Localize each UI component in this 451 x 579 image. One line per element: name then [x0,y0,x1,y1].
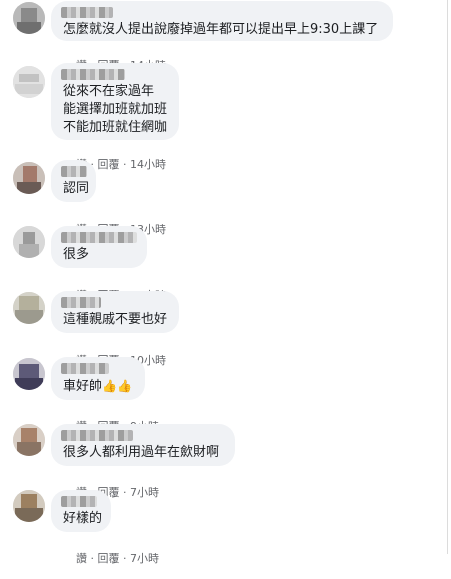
comment-text: 很多 [63,247,90,262]
commenter-name-redacted[interactable] [61,297,101,308]
timestamp-link[interactable]: 7小時 [130,484,159,500]
timestamp-link[interactable]: 14小時 [130,156,166,172]
comment-text: 怎麼就沒人提出說廢掉過年都可以提出早上9:30上課了 [63,22,379,37]
commenter-name-redacted[interactable] [61,7,113,18]
separator: · [119,486,130,499]
comment-bubble: 從來不在家過年 能選擇加班就加班 不能加班就住網咖 [51,63,179,140]
comment-actions: 讚 · 回覆 · 7小時 [62,537,159,579]
timestamp-link[interactable]: 7小時 [130,550,159,566]
comment-bubble: 很多 [51,226,147,268]
comment-bubble: 好樣的 [51,490,111,532]
commenter-name-redacted[interactable] [61,69,125,80]
avatar[interactable] [13,226,45,258]
comment-text: 這種親戚不要也好 [63,312,168,327]
commenter-name-redacted[interactable] [61,232,137,243]
comment-bubble: 這種親戚不要也好 [51,291,179,333]
comment-text: 好樣的 [63,511,103,526]
avatar[interactable] [13,358,45,390]
avatar[interactable] [13,2,45,34]
avatar[interactable] [13,66,45,98]
avatar[interactable] [13,162,45,194]
commenter-name-redacted[interactable] [61,166,87,177]
commenter-name-redacted[interactable] [61,430,133,441]
like-link[interactable]: 讚 [76,550,87,566]
reply-link[interactable]: 回覆 [98,156,120,172]
comment-text: 車好帥👍👍 [63,379,132,394]
comment-text: 從來不在家過年 能選擇加班就加班 不能加班就住網咖 [63,84,168,135]
comment-text: 很多人都利用過年在歛財啊 [63,445,220,460]
commenter-name-redacted[interactable] [61,363,109,374]
comment-bubble: 車好帥👍👍 [51,357,145,400]
comment-bubble: 很多人都利用過年在歛財啊 [51,424,235,466]
avatar[interactable] [13,490,45,522]
comment-text: 認同 [63,181,90,196]
avatar[interactable] [13,424,45,456]
comment-bubble: 怎麼就沒人提出說廢掉過年都可以提出早上9:30上課了 [51,1,393,41]
right-edge-divider [447,0,448,554]
comment-bubble: 認同 [51,160,96,202]
reply-link[interactable]: 回覆 [98,550,120,566]
thumbs-up-icon: 👍👍 [102,379,132,393]
separator: · [119,158,130,171]
commenter-name-redacted[interactable] [61,496,97,507]
avatar[interactable] [13,292,45,324]
